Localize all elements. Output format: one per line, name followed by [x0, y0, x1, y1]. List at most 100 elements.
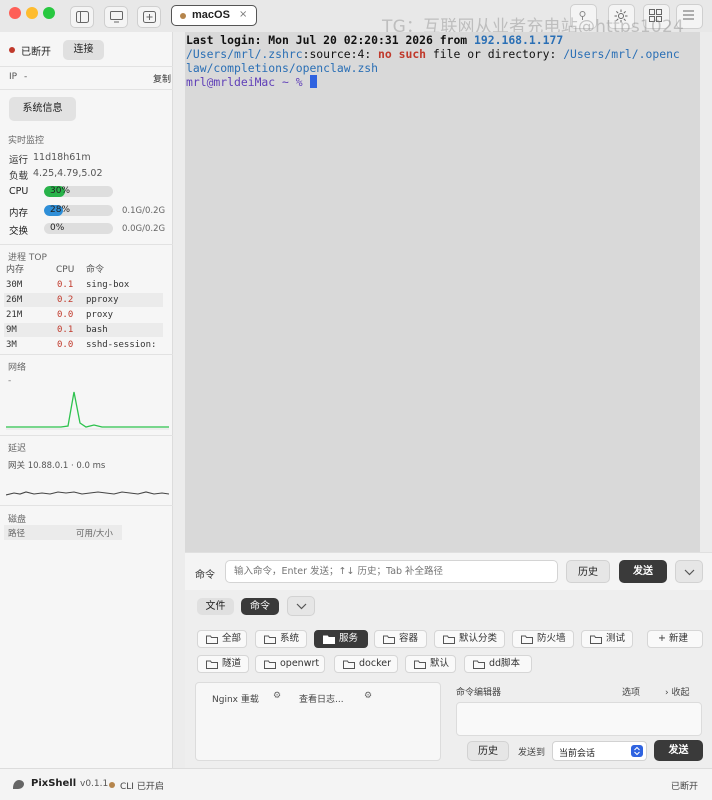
folder-icon [590, 635, 602, 644]
process-header-cpu: CPU [56, 265, 75, 275]
terminal-output[interactable]: Last login: Mon Jul 20 02:20:31 2026 fro… [185, 32, 700, 552]
folder-icon [521, 635, 533, 644]
terminal-line: /Users/mrl/.zshrc:source:4: no such file… [186, 47, 700, 61]
mem-percent: 28% [50, 205, 71, 215]
new-command-button[interactable]: + 新建 [647, 630, 703, 648]
category-label: 全部 [222, 633, 242, 644]
close-window-button[interactable] [9, 7, 21, 19]
tab-status-dot [180, 13, 186, 19]
category-containers[interactable]: 容器 [374, 630, 427, 648]
terminal-scrollbar[interactable] [700, 32, 712, 552]
sidebar-toggle-icon [76, 11, 89, 23]
process-mem: 26M [6, 295, 23, 305]
minimize-window-button[interactable] [26, 7, 38, 19]
process-cmd: sshd-session: [86, 340, 157, 350]
panel-collapse-button[interactable] [287, 596, 315, 616]
category-label: 默认分类 [459, 633, 498, 644]
expand-button[interactable] [675, 560, 703, 583]
new-tab-icon [143, 11, 156, 23]
monitor-button[interactable] [104, 6, 128, 28]
zoom-window-button[interactable] [43, 7, 55, 19]
title-bar: macOS × TG：互联网从业者充电站@https1024 [0, 0, 712, 37]
swap-bar: 0% [44, 223, 113, 234]
command-input[interactable] [225, 560, 558, 583]
category-default-group[interactable]: 默认分类 [434, 630, 505, 648]
process-cmd: sing-box [86, 280, 130, 290]
editor-options[interactable]: 选项 [622, 685, 640, 698]
copy-ip-button[interactable]: 复制 [153, 72, 171, 85]
category-tunnel[interactable]: 隧道 [197, 655, 249, 673]
process-header: 内存 CPU 命令 [4, 263, 163, 277]
history-button[interactable]: 历史 [566, 560, 610, 583]
editor-history-button[interactable]: 历史 [467, 741, 509, 761]
gear-icon[interactable]: ⚙ [273, 691, 281, 701]
category-default[interactable]: 默认 [405, 655, 456, 673]
disk-col-usage: 可用/大小 [76, 529, 113, 539]
login-text: Last login: Mon Jul 20 02:20:31 2026 fro… [186, 33, 475, 47]
category-dd-script[interactable]: dd脚本 [464, 655, 532, 673]
process-cmd: proxy [86, 310, 114, 320]
terminal-line: law/completions/openclaw.zsh [186, 61, 379, 75]
category-label: dd脚本 [489, 658, 521, 669]
folder-icon [443, 635, 455, 644]
send-target-select[interactable]: 当前会话 [552, 741, 647, 761]
tab-commands[interactable]: 命令 [241, 598, 279, 615]
category-test[interactable]: 测试 [581, 630, 633, 648]
command-editor[interactable] [456, 702, 702, 736]
command-item-nginx[interactable]: Nginx 重载 [212, 692, 259, 705]
cli-status-dot [109, 782, 115, 788]
table-row: 21M 0.0 proxy [4, 308, 163, 322]
category-firewall[interactable]: 防火墙 [512, 630, 574, 648]
folder-icon [343, 660, 355, 669]
table-row: 26M 0.2 pproxy [4, 293, 163, 307]
command-list: Nginx 重载 ⚙ 查看日志... ⚙ [195, 682, 441, 761]
process-cmd: bash [86, 325, 108, 335]
uptime-value: 11d18h61m [33, 152, 91, 163]
category-services[interactable]: 服务 [314, 630, 368, 648]
category-label: 服务 [339, 633, 359, 644]
new-tab-button[interactable] [137, 6, 161, 28]
editor-collapse-button[interactable]: › 收起 [665, 685, 689, 698]
process-header-cmd: 命令 [86, 265, 105, 275]
app-version: v0.1.1 [80, 779, 109, 789]
system-info-button[interactable]: 系统信息 [9, 97, 76, 121]
sidebar-toggle-button[interactable] [70, 6, 94, 28]
login-ip: 192.168.1.177 [474, 33, 564, 47]
folder-icon [206, 660, 218, 669]
latency-title: 延迟 [8, 444, 27, 454]
chevron-down-icon [684, 569, 695, 576]
close-icon[interactable]: × [239, 9, 247, 20]
status-dot [9, 47, 15, 53]
editor-collapse-label: 收起 [671, 688, 690, 698]
network-line [6, 391, 169, 428]
category-openwrt[interactable]: openwrt [255, 655, 325, 673]
latency-line [6, 491, 169, 496]
swap-detail: 0.0G/0.2G [122, 224, 166, 234]
category-label: 测试 [606, 633, 626, 644]
tab-files[interactable]: 文件 [197, 598, 234, 615]
category-label: 防火墙 [537, 633, 566, 644]
category-system[interactable]: 系统 [255, 630, 307, 648]
table-row: 3M 0.0 sshd-session: [4, 338, 163, 352]
mem-detail: 0.1G/0.2G [122, 206, 166, 216]
gear-icon[interactable]: ⚙ [364, 691, 372, 701]
send-button[interactable]: 发送 [619, 560, 667, 583]
error-text: no such [378, 47, 427, 61]
process-cmd: pproxy [86, 295, 119, 305]
latency-chart [6, 491, 169, 496]
uptime-label: 运行 [9, 155, 29, 166]
tab-macos[interactable]: macOS × [171, 5, 257, 26]
folder-icon [383, 635, 395, 644]
connect-button[interactable]: 连接 [63, 40, 104, 60]
connection-status: 已断开 [21, 47, 51, 58]
folder-icon [264, 635, 276, 644]
process-cpu: 0.1 [57, 280, 74, 290]
shell-prompt: mrl@mrldeiMac ~ % [186, 75, 310, 89]
category-docker[interactable]: docker [334, 655, 398, 673]
table-row: 9M 0.1 bash [4, 323, 163, 337]
command-item-logs[interactable]: 查看日志... [299, 692, 344, 705]
folder-icon [206, 635, 218, 644]
editor-send-button[interactable]: 发送 [654, 740, 703, 761]
category-all[interactable]: 全部 [197, 630, 247, 648]
disk-col-path: 路径 [8, 529, 26, 539]
